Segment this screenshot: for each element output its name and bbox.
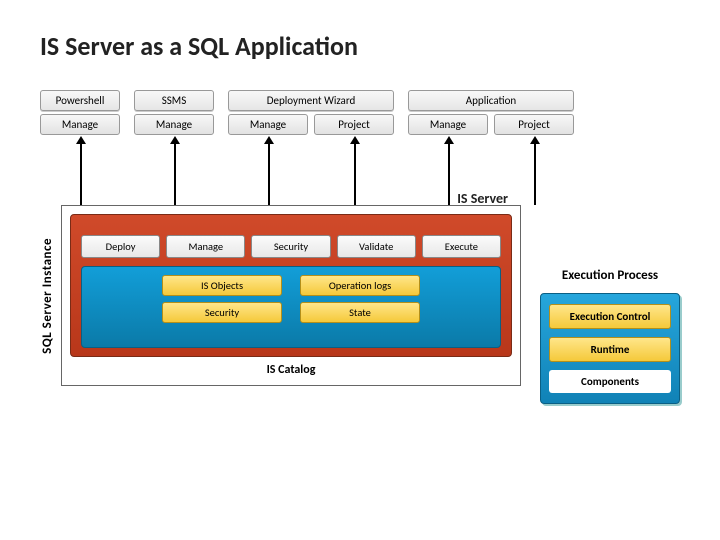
catalog-item: IS Objects	[162, 275, 282, 296]
instance-label: SQL Server Instance	[40, 238, 55, 354]
arrow-icon	[174, 143, 176, 205]
arrow-icon	[534, 143, 536, 205]
client-header: Application	[408, 90, 574, 111]
arrow-icon	[268, 143, 270, 205]
exec-box: Execution Control Runtime Components	[540, 293, 680, 404]
client-sub: Manage	[408, 114, 488, 135]
arrow-icon	[80, 143, 82, 205]
arrow-icon	[354, 143, 356, 205]
clients-row: Powershell Manage SSMS Manage Deployment…	[40, 90, 680, 135]
catalog-item: State	[300, 302, 420, 323]
catalog-item: Security	[162, 302, 282, 323]
client-header: Deployment Wizard	[228, 90, 394, 111]
action-box: Validate	[337, 235, 416, 258]
client-sub: Project	[494, 114, 574, 135]
client-sub: Project	[314, 114, 394, 135]
exec-item: Execution Control	[549, 304, 671, 329]
catalog-item: Operation logs	[300, 275, 420, 296]
exec-item: Runtime	[549, 337, 671, 362]
client-sub: Manage	[134, 114, 214, 135]
client-ssms: SSMS Manage	[134, 90, 214, 135]
catalog-box: IS Objects Operation logs Security State	[81, 266, 501, 348]
isserver-box: Deploy Manage Security Validate Execute …	[70, 214, 512, 357]
arrow-icon	[448, 143, 450, 205]
action-box: Execute	[422, 235, 501, 258]
exec-title: Execution Process	[540, 268, 680, 283]
isserver-label: IS Server	[457, 190, 508, 207]
arrow-set	[40, 139, 680, 205]
slide-title: IS Server as a SQL Application	[40, 30, 680, 62]
client-wizard: Deployment Wizard Manage Project	[228, 90, 394, 135]
client-sub: Manage	[40, 114, 120, 135]
client-header: Powershell	[40, 90, 120, 111]
sql-instance-box: IS Server Deploy Manage Security Validat…	[61, 205, 521, 386]
client-app: Application Manage Project	[408, 90, 574, 135]
action-box: Manage	[166, 235, 245, 258]
catalog-label: IS Catalog	[70, 363, 512, 377]
client-header: SSMS	[134, 90, 214, 111]
action-box: Deploy	[81, 235, 160, 258]
client-powershell: Powershell Manage	[40, 90, 120, 135]
exec-item: Components	[549, 370, 671, 393]
client-sub: Manage	[228, 114, 308, 135]
action-box: Security	[251, 235, 330, 258]
execution-process: Execution Process Execution Control Runt…	[540, 268, 680, 404]
action-row: Deploy Manage Security Validate Execute	[81, 235, 501, 258]
